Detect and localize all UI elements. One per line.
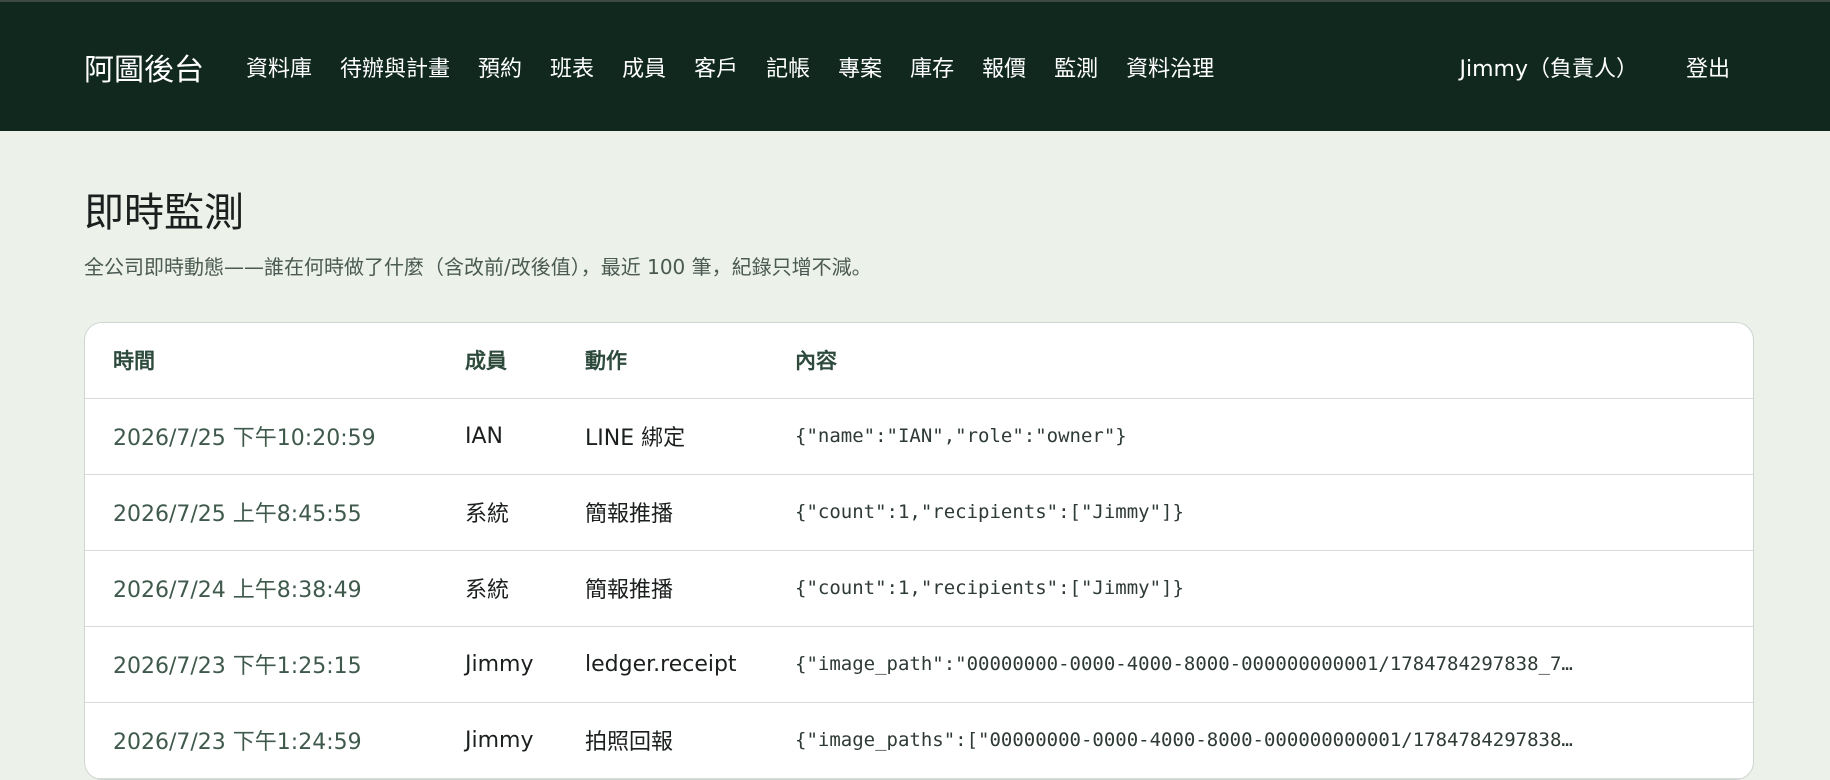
table-row: 2026/7/23 下午1:25:15 Jimmy ledger.receipt… [85,626,1753,703]
column-header-action: 動作 [557,323,767,399]
row-member: Jimmy [437,702,557,779]
nav-item-projects[interactable]: 專案 [838,51,882,83]
row-member: IAN [437,398,557,475]
table-row: 2026/7/24 上午8:38:49 系統 簡報推播 {"count":1,"… [85,550,1753,627]
row-content-text: {"count":1,"recipients":["Jimmy"]} [795,577,1184,599]
table-row: 2026/7/25 上午8:45:55 系統 簡報推播 {"count":1,"… [85,474,1753,551]
table-row: 2026/7/23 下午1:24:59 Jimmy 拍照回報 {"image_p… [85,702,1753,779]
row-time: 2026/7/23 下午1:24:59 [85,702,437,779]
row-content: {"count":1,"recipients":["Jimmy"]} [767,474,1753,551]
row-time: 2026/7/25 下午10:20:59 [85,398,437,475]
row-content-text: {"count":1,"recipients":["Jimmy"]} [795,501,1184,523]
row-action: LINE 綁定 [557,398,767,475]
row-content-text: {"image_paths":["00000000-0000-4000-8000… [795,729,1573,751]
page-title: 即時監測 [84,190,244,236]
nav-item-customers[interactable]: 客戶 [694,51,738,83]
row-content: {"count":1,"recipients":["Jimmy"]} [767,550,1753,627]
column-header-content: 內容 [767,323,1753,399]
nav-item-quotes[interactable]: 報價 [982,51,1026,83]
nav-item-todos-plans[interactable]: 待辦與計畫 [340,51,450,83]
nav-item-members[interactable]: 成員 [622,51,666,83]
top-navbar: 阿圖後台 資料庫 待辦與計畫 預約 班表 成員 客戶 記帳 專案 庫存 報價 監… [0,0,1830,131]
row-action: 簡報推播 [557,550,767,627]
row-action: 簡報推播 [557,474,767,551]
row-time: 2026/7/24 上午8:38:49 [85,550,437,627]
row-content-text: {"name":"IAN","role":"owner"} [795,425,1127,447]
row-content-text: {"image_path":"00000000-0000-4000-8000-0… [795,653,1573,675]
logout-link[interactable]: 登出 [1686,51,1730,83]
row-content: {"image_path":"00000000-0000-4000-8000-0… [767,626,1753,703]
row-content: {"name":"IAN","role":"owner"} [767,398,1753,475]
row-member: 系統 [437,550,557,627]
nav-item-accounting[interactable]: 記帳 [766,51,810,83]
row-member: 系統 [437,474,557,551]
nav-item-schedule[interactable]: 班表 [550,51,594,83]
page-subtitle: 全公司即時動態——誰在何時做了什麼（含改前/改後值），最近 100 筆，紀錄只增… [84,255,872,279]
nav-item-database[interactable]: 資料庫 [246,51,312,83]
row-content: {"image_paths":["00000000-0000-4000-8000… [767,702,1753,779]
nav-item-booking[interactable]: 預約 [478,51,522,83]
activity-log-table: 時間 成員 動作 內容 2026/7/25 下午10:20:59 IAN LIN… [85,323,1753,779]
row-action: 拍照回報 [557,702,767,779]
table-row: 2026/7/25 下午10:20:59 IAN LINE 綁定 {"name"… [85,398,1753,475]
main-content: 即時監測 全公司即時動態——誰在何時做了什麼（含改前/改後值），最近 100 筆… [0,189,1830,780]
row-member: Jimmy [437,626,557,703]
main-nav: 資料庫 待辦與計畫 預約 班表 成員 客戶 記帳 專案 庫存 報價 監測 資料治… [246,51,1460,83]
activity-log-card: 時間 成員 動作 內容 2026/7/25 下午10:20:59 IAN LIN… [84,322,1754,780]
column-header-time: 時間 [85,323,437,399]
nav-item-inventory[interactable]: 庫存 [910,51,954,83]
current-user: Jimmy（負責人） [1459,56,1638,82]
row-time: 2026/7/25 上午8:45:55 [85,474,437,551]
row-time: 2026/7/23 下午1:25:15 [85,626,437,703]
table-header-row: 時間 成員 動作 內容 [85,323,1753,399]
brand-logo-text[interactable]: 阿圖後台 [84,45,204,89]
nav-item-monitoring[interactable]: 監測 [1054,51,1098,83]
nav-item-data-governance[interactable]: 資料治理 [1126,51,1214,83]
row-action: ledger.receipt [557,626,767,703]
column-header-member: 成員 [437,323,557,399]
